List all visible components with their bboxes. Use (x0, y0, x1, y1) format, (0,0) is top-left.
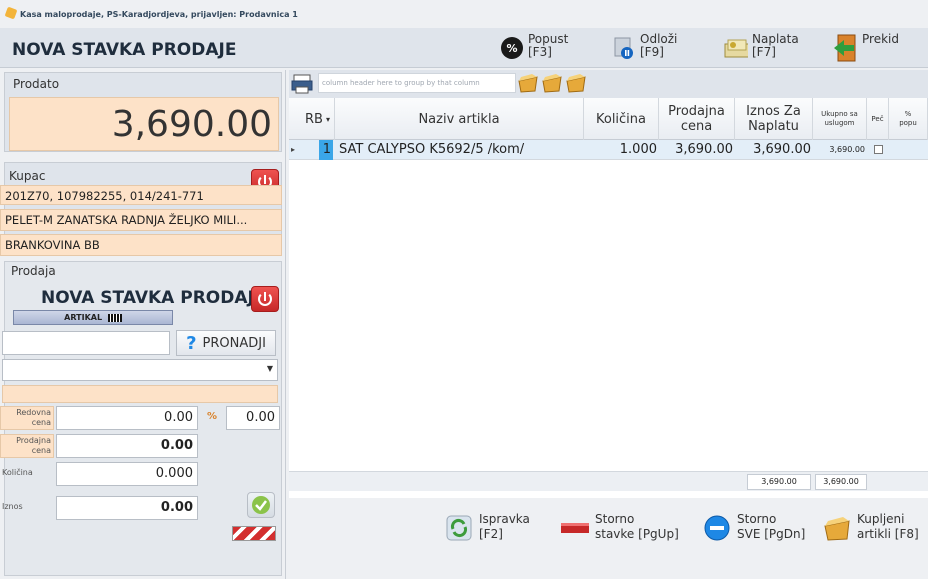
prodato-total-box: 3,690.00 (9, 97, 279, 151)
grid-column-headers: RB ▾ Naziv artikla Količina Prodajna cena… (289, 98, 928, 140)
sort-icon: ▾ (325, 114, 330, 124)
prodajna-cena-value: 0.00 (56, 434, 198, 458)
cell-iznos[interactable]: 3,690.00 (735, 140, 811, 160)
minus-circle-icon (703, 514, 731, 542)
prodaja-label: Prodaja (11, 264, 56, 278)
ispravka-button[interactable]: Ispravka [F2] (445, 512, 530, 542)
col-ukupno[interactable]: Ukupno sa uslugom (813, 98, 867, 140)
footer-ukupno-total: 3,690.00 (815, 474, 867, 490)
exit-icon (834, 34, 858, 62)
kupac-label: Kupac (9, 169, 46, 183)
left-panel: Prodato 3,690.00 Kupac 201Z70, 107982255… (0, 70, 286, 579)
printer-icon[interactable] (291, 74, 313, 94)
kupac-info-line: 201Z70, 107982255, 014/241-771 (0, 185, 282, 205)
help-icon: ? (186, 332, 197, 354)
bottom-toolbar: Ispravka [F2] Storno stavke [PgUp] Storn… (289, 498, 928, 579)
confirm-button[interactable] (247, 492, 275, 518)
popust-button[interactable]: % Popust [F3] (500, 33, 568, 65)
artikal-info-field (2, 385, 278, 403)
prodato-section: Prodato 3,690.00 (4, 72, 282, 152)
artikal-search-input[interactable] (2, 331, 170, 355)
cash-icon (724, 36, 748, 60)
prodaja-cancel-button[interactable] (251, 286, 279, 312)
minus-bar-icon (561, 514, 589, 542)
barcode-icon (107, 313, 122, 322)
artikal-barcode-button[interactable]: ARTIKAL (13, 310, 173, 325)
pause-icon (612, 36, 636, 60)
window-titlebar: Kasa maloprodaje, PS-Karadjordjeva, prij… (0, 0, 928, 28)
pec-checkbox[interactable] (874, 145, 883, 154)
cell-pec[interactable] (874, 140, 884, 160)
redovna-cena-label: Redovna cena (0, 406, 54, 430)
naplata-button[interactable]: Naplata [F7] (724, 33, 799, 65)
prodajna-cena-label: Prodajna cena (0, 434, 54, 458)
discount-icon: % (500, 36, 524, 60)
popust-percent-input[interactable]: 0.00 (226, 406, 280, 430)
prodato-label: Prodato (13, 77, 60, 91)
kolicina-input[interactable]: 0.000 (56, 462, 198, 486)
cell-ukupno[interactable]: 3,690.00 (813, 140, 865, 160)
iznos-value: 0.00 (56, 496, 198, 520)
col-prodajna-cena[interactable]: Prodajna cena (659, 98, 735, 140)
cell-prodajna-cena[interactable]: 3,690.00 (659, 140, 733, 160)
table-row[interactable]: ▸ 1 SAT CALYPSO K5692/5 /kom/ 1.000 3,69… (289, 140, 928, 160)
cell-kolicina[interactable]: 1.000 (584, 140, 657, 160)
footer-iznos-total: 3,690.00 (747, 474, 811, 490)
items-grid: column header here to group by that colu… (289, 70, 928, 498)
col-kolicina[interactable]: Količina (584, 98, 659, 140)
clear-fields-button[interactable] (232, 526, 276, 541)
percent-label: % (207, 411, 218, 422)
kolicina-label: Količina (2, 468, 33, 477)
storno-stavke-button[interactable]: Storno stavke [PgUp] (561, 512, 679, 542)
window-title: Kasa maloprodaje, PS-Karadjordjeva, prij… (20, 10, 298, 19)
group-by-hint: column header here to group by that colu… (318, 73, 516, 93)
svg-text:%: % (506, 42, 517, 55)
chevron-down-icon: ▼ (266, 364, 273, 373)
page-title: NOVA STAVKA PRODAJE (12, 40, 237, 60)
refresh-icon (445, 514, 473, 542)
header-toolbar: NOVA STAVKA PRODAJE % Popust [F3] Odloži… (0, 28, 928, 68)
basket-icon (566, 74, 586, 93)
odlozi-button[interactable]: Odloži [F9] (612, 33, 677, 65)
kupljeni-artikli-button[interactable]: Kupljeni artikli [F8] (823, 512, 919, 542)
cart-icon (823, 514, 851, 542)
pronadji-button[interactable]: ? PRONADJI (176, 330, 276, 356)
artikal-select[interactable]: ▼ (2, 359, 278, 381)
kupac-address-line: BRANKOVINA BB (0, 234, 282, 256)
prodaja-title: NOVA STAVKA PRODAJE (41, 288, 266, 308)
col-iznos[interactable]: Iznos Za Naplatu (735, 98, 813, 140)
app-icon (4, 6, 18, 20)
col-popust[interactable]: % popu (889, 98, 928, 140)
redovna-cena-input[interactable]: 0.00 (56, 406, 198, 430)
col-pec[interactable]: Peč (867, 98, 889, 140)
basket-icon (542, 74, 562, 93)
iznos-label: Iznos (2, 502, 23, 511)
check-icon (252, 496, 270, 514)
grid-footer: 3,690.00 3,690.00 (289, 471, 928, 491)
prodato-total: 3,690.00 (111, 104, 272, 145)
row-indicator-icon: ▸ (291, 145, 296, 154)
kupac-name-line: PELET-M ZANATSKA RADNJA ŽELJKO MILI... (0, 209, 282, 231)
cell-naziv[interactable]: SAT CALYPSO K5692/5 /kom/ (339, 140, 584, 160)
group-by-bar: column header here to group by that colu… (289, 70, 928, 98)
storno-sve-button[interactable]: Storno SVE [PgDn] (703, 512, 805, 542)
basket-icon (518, 74, 538, 93)
col-rb[interactable]: RB ▾ (289, 98, 335, 140)
prekid-button[interactable]: Prekid (834, 33, 899, 65)
col-naziv[interactable]: Naziv artikla (335, 98, 584, 140)
cell-rb[interactable]: 1 (319, 140, 333, 160)
